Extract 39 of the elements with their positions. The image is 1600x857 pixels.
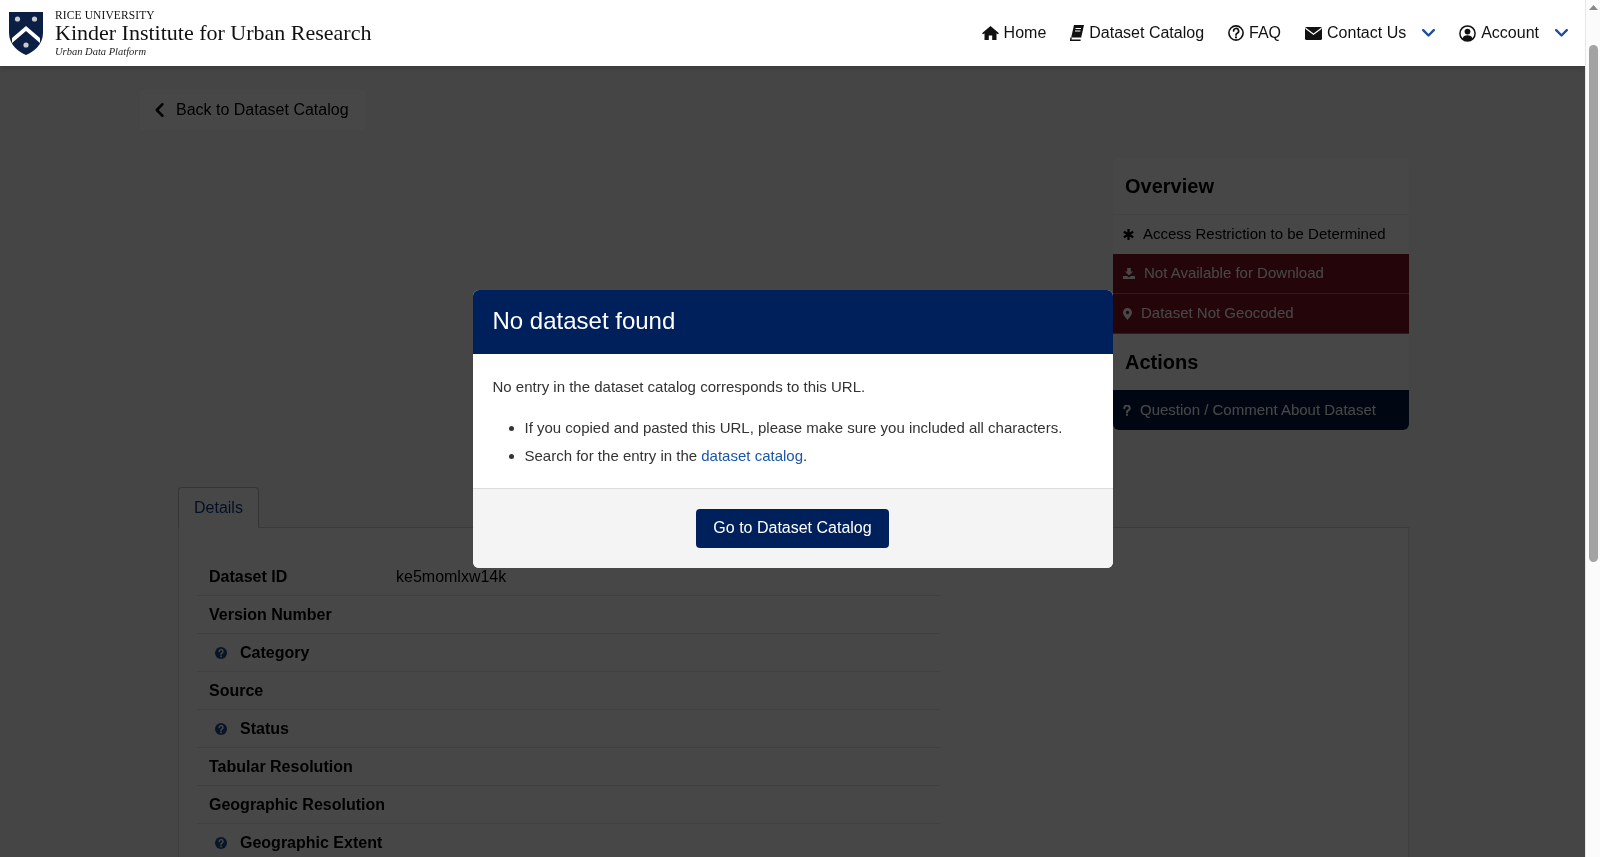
logo-overline: RICE UNIVERSITY bbox=[55, 8, 156, 21]
scrollbar-thumb[interactable] bbox=[1588, 45, 1598, 562]
status-text: Dataset Not Geocoded bbox=[1141, 303, 1294, 324]
user-circle-icon bbox=[1459, 24, 1477, 42]
logo-tagline: Urban Data Platform bbox=[55, 44, 147, 58]
scrollbar[interactable] bbox=[1585, 0, 1600, 857]
nav-link[interactable]: FAQ bbox=[1216, 21, 1294, 45]
list-item-text: If you copied and pasted this URL, please make sure you included all characters. bbox=[524, 418, 1063, 439]
nav-link[interactable]: Dataset Catalog bbox=[1058, 21, 1217, 45]
field-value: ke5momlxw14k bbox=[396, 566, 507, 587]
shield-logo-icon bbox=[8, 10, 44, 56]
field-label: Version Number bbox=[209, 604, 332, 625]
dialog-title: No dataset found bbox=[492, 307, 676, 336]
nav-link[interactable]: Account bbox=[1447, 21, 1551, 45]
dialog-message: No entry in the dataset catalog corresponds to this URL. bbox=[492, 376, 867, 397]
field-label: Dataset ID bbox=[209, 566, 288, 587]
section-heading: Overview bbox=[1124, 174, 1215, 199]
home-icon bbox=[981, 26, 999, 40]
status-text: Access Restriction to be Determined bbox=[1143, 224, 1386, 245]
scroll-up-arrow-icon bbox=[1588, 5, 1598, 10]
bullet-icon bbox=[508, 426, 514, 431]
field-label: Tabular Resolution bbox=[209, 756, 353, 777]
bullet-icon bbox=[508, 454, 514, 459]
field-label: Category bbox=[240, 642, 310, 663]
catalog-link[interactable]: dataset catalog bbox=[701, 447, 803, 465]
field-label: Status bbox=[240, 718, 289, 739]
list-item-text: Search for the entry in the dataset catalog. bbox=[524, 446, 808, 467]
nav-link[interactable]: Home bbox=[969, 21, 1059, 45]
book-icon bbox=[1070, 25, 1085, 41]
status-text: Not Available for Download bbox=[1144, 263, 1324, 284]
field-label: Geographic Resolution bbox=[209, 794, 385, 815]
question-circle-icon bbox=[1228, 25, 1245, 41]
nav-link[interactable]: Contact Us bbox=[1293, 21, 1419, 45]
logo-title: Kinder Institute for Urban Research bbox=[55, 20, 372, 45]
go-to-catalog-button[interactable]: Go to Dataset Catalog bbox=[696, 508, 889, 548]
section-heading: Actions bbox=[1124, 350, 1200, 375]
field-label: Source bbox=[209, 680, 264, 701]
envelope-icon bbox=[1305, 26, 1323, 40]
field-label: Geographic Extent bbox=[240, 832, 383, 853]
